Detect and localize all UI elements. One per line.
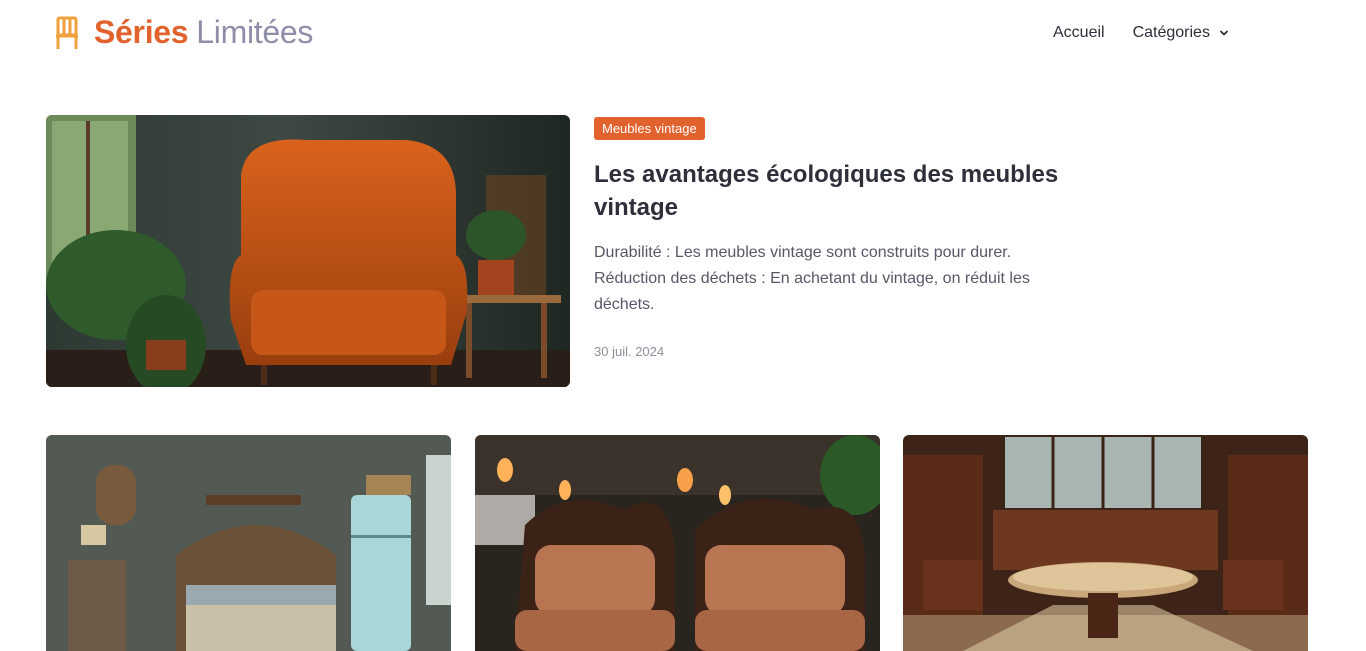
chevron-down-icon — [1220, 30, 1228, 36]
nav-categories-label: Catégories — [1132, 24, 1210, 41]
main-nav: Accueil Catégories — [1053, 24, 1229, 42]
category-badge[interactable]: Meubles vintage — [594, 117, 705, 140]
featured-article-image[interactable] — [46, 115, 570, 387]
featured-article-date: 30 juil. 2024 — [594, 344, 665, 359]
nav-home[interactable]: Accueil — [1053, 24, 1105, 42]
site-header: Séries Limitées Accueil Catégories — [0, 0, 1366, 70]
nav-categories-dropdown[interactable]: Catégories — [1133, 24, 1229, 42]
brand-name-part1: Séries — [94, 14, 189, 50]
brand-name-part2: Limitées — [196, 14, 314, 50]
article-card-image[interactable] — [903, 435, 1308, 651]
article-card-image[interactable] — [475, 435, 880, 651]
site-logo[interactable]: Séries Limitées — [54, 14, 313, 51]
featured-article-title[interactable]: Les avantages écologiques des meubles vi… — [594, 158, 1094, 224]
chair-icon — [56, 16, 78, 49]
article-card-image[interactable] — [46, 435, 451, 651]
featured-article-excerpt: Durabilité : Les meubles vintage sont co… — [594, 244, 1030, 313]
